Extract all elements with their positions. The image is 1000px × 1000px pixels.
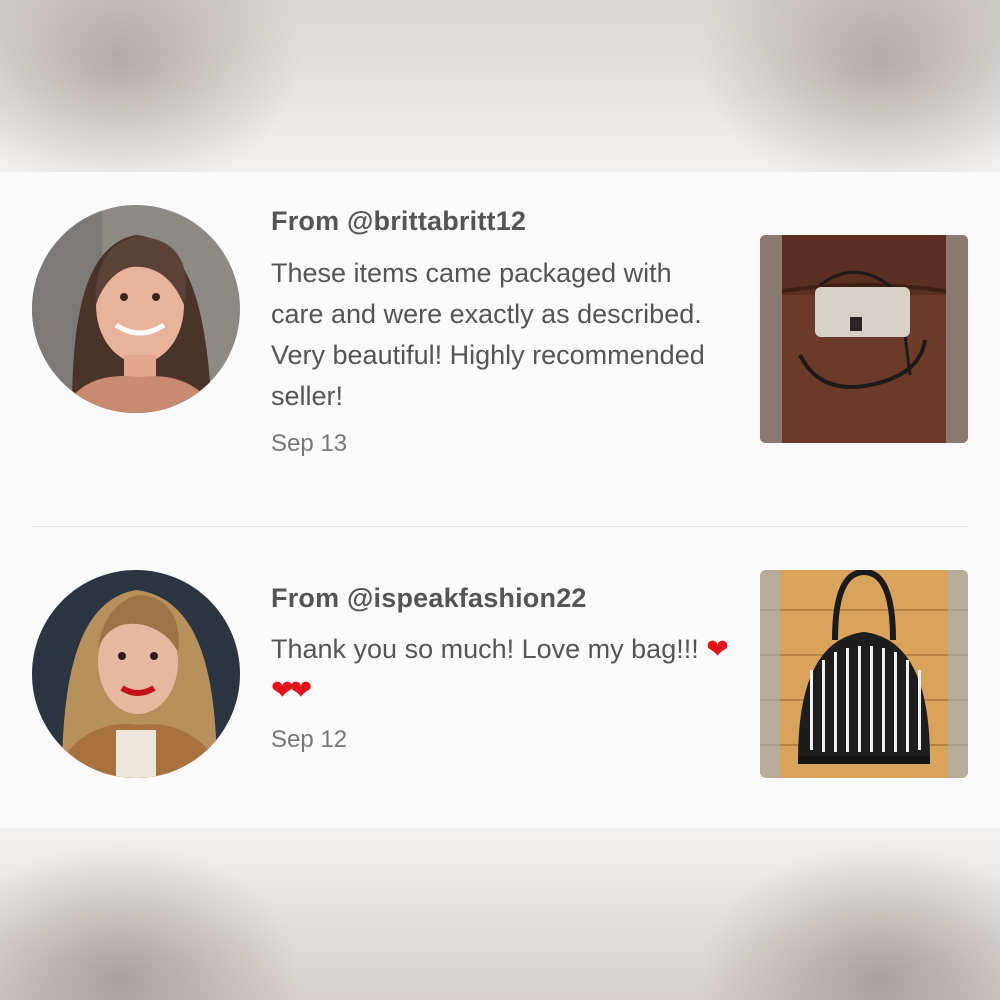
review-date: Sep 12	[271, 726, 348, 753]
blurred-background-top	[0, 0, 1000, 172]
reviewer-avatar[interactable]	[32, 205, 240, 413]
purchased-item-photo[interactable]	[760, 235, 968, 443]
purchased-item-photo[interactable]	[760, 570, 968, 778]
review-date: Sep 13	[271, 430, 348, 457]
review-divider	[32, 526, 968, 527]
reviewer-username[interactable]: From @ispeakfashion22	[271, 583, 587, 614]
review-text: These items came packaged with care and …	[271, 258, 705, 411]
reviews-panel: From @brittabritt12 These items came pac…	[0, 172, 1000, 828]
review-item: From @ispeakfashion22 Thank you so much!…	[0, 528, 1000, 828]
reviewer-avatar[interactable]	[32, 570, 240, 778]
review-text: Thank you so much! Love my bag!!! ❤❤❤	[271, 629, 731, 711]
review-item: From @brittabritt12 These items came pac…	[0, 172, 1000, 527]
blurred-background-bottom	[0, 828, 1000, 1000]
reviewer-username[interactable]: From @brittabritt12	[271, 206, 526, 237]
review-text-content: Thank you so much! Love my bag!!!	[271, 634, 699, 664]
